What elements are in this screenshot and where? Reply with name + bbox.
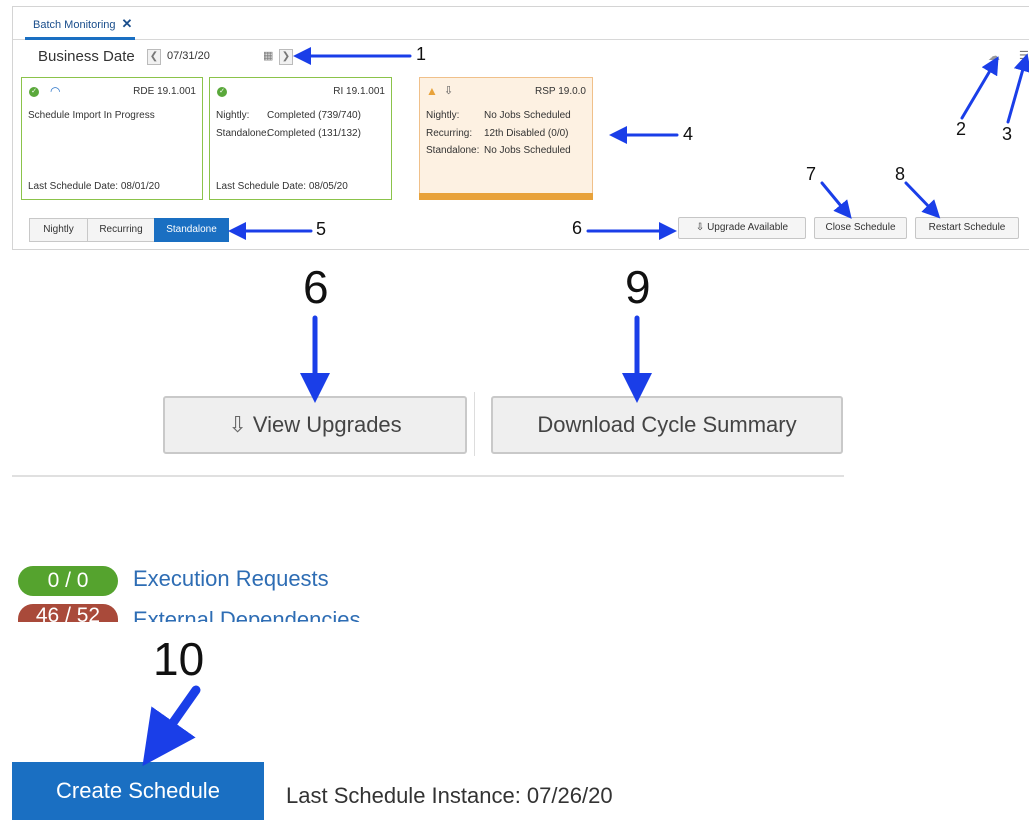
create-schedule-button[interactable]: Create Schedule — [12, 762, 264, 820]
cloud-download-icon: ⇩ — [695, 222, 708, 233]
annotation-6: 6 — [572, 218, 583, 238]
card-title: RDE 19.1.001 — [133, 86, 196, 97]
card-standalone-value: Completed (131/132) — [267, 128, 361, 139]
loading-spinner-icon: ◠ — [50, 84, 61, 98]
restart-schedule-button[interactable]: Restart Schedule — [915, 217, 1019, 239]
batch-monitoring-panel: Batch Monitoring ✕ Business Date ❮ 07/31/… — [12, 6, 1029, 250]
cloud-icon[interactable]: ☁ — [988, 49, 1000, 63]
card-nightly-label: Nightly: — [216, 110, 250, 121]
business-date-picker[interactable]: ❮ 07/31/20 ▦ ❯ — [147, 47, 295, 67]
annotation-6-zoom: 6 — [303, 261, 329, 313]
active-tab-indicator — [25, 37, 135, 40]
card-standalone-label: Standalone: — [216, 128, 270, 139]
card-recurring-label: Recurring: — [426, 128, 473, 139]
tab-batch-monitoring[interactable]: Batch Monitoring ✕ — [33, 16, 132, 32]
divider — [474, 392, 475, 456]
annotation-2: 2 — [956, 119, 967, 139]
status-card-rsp[interactable]: ▲ ⇩ RSP 19.0.0 Nightly: No Jobs Schedule… — [419, 77, 593, 200]
warning-icon: ▲ — [426, 84, 438, 98]
status-card-ri[interactable]: ✓ RI 19.1.001 Nightly: Completed (739/74… — [209, 77, 392, 200]
external-dependencies-badge: 46 / 52 — [18, 604, 118, 622]
segment-standalone[interactable]: Standalone — [154, 218, 229, 242]
cloud-download-icon: ⇩ — [444, 85, 454, 97]
status-card-rde[interactable]: ✓ ◠ RDE 19.1.001 Schedule Import In Prog… — [21, 77, 203, 200]
card-nightly-value: No Jobs Scheduled — [484, 110, 571, 121]
annotation-10: 10 — [153, 633, 205, 685]
card-title: RI 19.1.001 — [333, 86, 385, 97]
segment-recurring[interactable]: Recurring — [87, 218, 155, 242]
execution-requests-badge: 0 / 0 — [18, 566, 118, 596]
card-recurring-value: 12th Disabled (0/0) — [484, 128, 569, 139]
annotation-8: 8 — [895, 164, 906, 184]
close-schedule-button[interactable]: Close Schedule — [814, 217, 907, 239]
view-upgrades-button[interactable]: ⇩ View Upgrades — [163, 396, 467, 454]
chevron-right-icon[interactable]: ❯ — [279, 49, 293, 65]
external-dependencies-link[interactable]: External Dependencies — [133, 603, 360, 622]
upgrade-available-label: Upgrade Available — [707, 222, 789, 233]
calendar-icon[interactable]: ▦ — [263, 49, 273, 62]
business-date-label: Business Date — [38, 48, 135, 65]
card-last-date: Last Schedule Date: 08/05/20 — [216, 181, 348, 192]
close-icon[interactable]: ✕ — [122, 16, 133, 31]
divider — [12, 475, 844, 477]
warning-bar — [419, 193, 593, 200]
check-circle-icon: ✓ — [217, 87, 227, 97]
chevron-left-icon[interactable]: ❮ — [147, 49, 161, 65]
last-schedule-instance: Last Schedule Instance: 07/26/20 — [286, 783, 613, 808]
annotation-7: 7 — [806, 164, 817, 184]
download-cycle-summary-button[interactable]: Download Cycle Summary — [491, 396, 843, 454]
arrow-10 — [142, 685, 201, 767]
cloud-download-icon: ⇩ — [228, 412, 253, 437]
tab-bar: Batch Monitoring ✕ — [13, 7, 1029, 40]
card-nightly-label: Nightly: — [426, 110, 460, 121]
annotation-4: 4 — [683, 124, 694, 144]
card-nightly-value: Completed (739/740) — [267, 110, 361, 121]
segment-nightly[interactable]: Nightly — [29, 218, 88, 242]
annotation-1: 1 — [416, 44, 427, 64]
check-circle-icon: ✓ — [29, 87, 39, 97]
list-icon[interactable]: ☰ — [1019, 49, 1029, 62]
annotation-9: 9 — [625, 261, 651, 313]
card-standalone-label: Standalone: — [426, 145, 480, 156]
tab-label[interactable]: Batch Monitoring — [33, 19, 116, 31]
upgrade-available-button[interactable]: ⇩ Upgrade Available — [678, 217, 806, 239]
annotation-5: 5 — [316, 219, 327, 239]
annotation-3: 3 — [1002, 124, 1013, 144]
execution-requests-link[interactable]: Execution Requests — [133, 566, 329, 592]
card-standalone-value: No Jobs Scheduled — [484, 145, 571, 156]
view-upgrades-label: View Upgrades — [252, 412, 402, 437]
card-title: RSP 19.0.0 — [535, 86, 586, 97]
card-last-date: Last Schedule Date: 08/01/20 — [28, 181, 160, 192]
card-status-text: Schedule Import In Progress — [28, 110, 155, 121]
business-date-value[interactable]: 07/31/20 — [167, 50, 210, 62]
